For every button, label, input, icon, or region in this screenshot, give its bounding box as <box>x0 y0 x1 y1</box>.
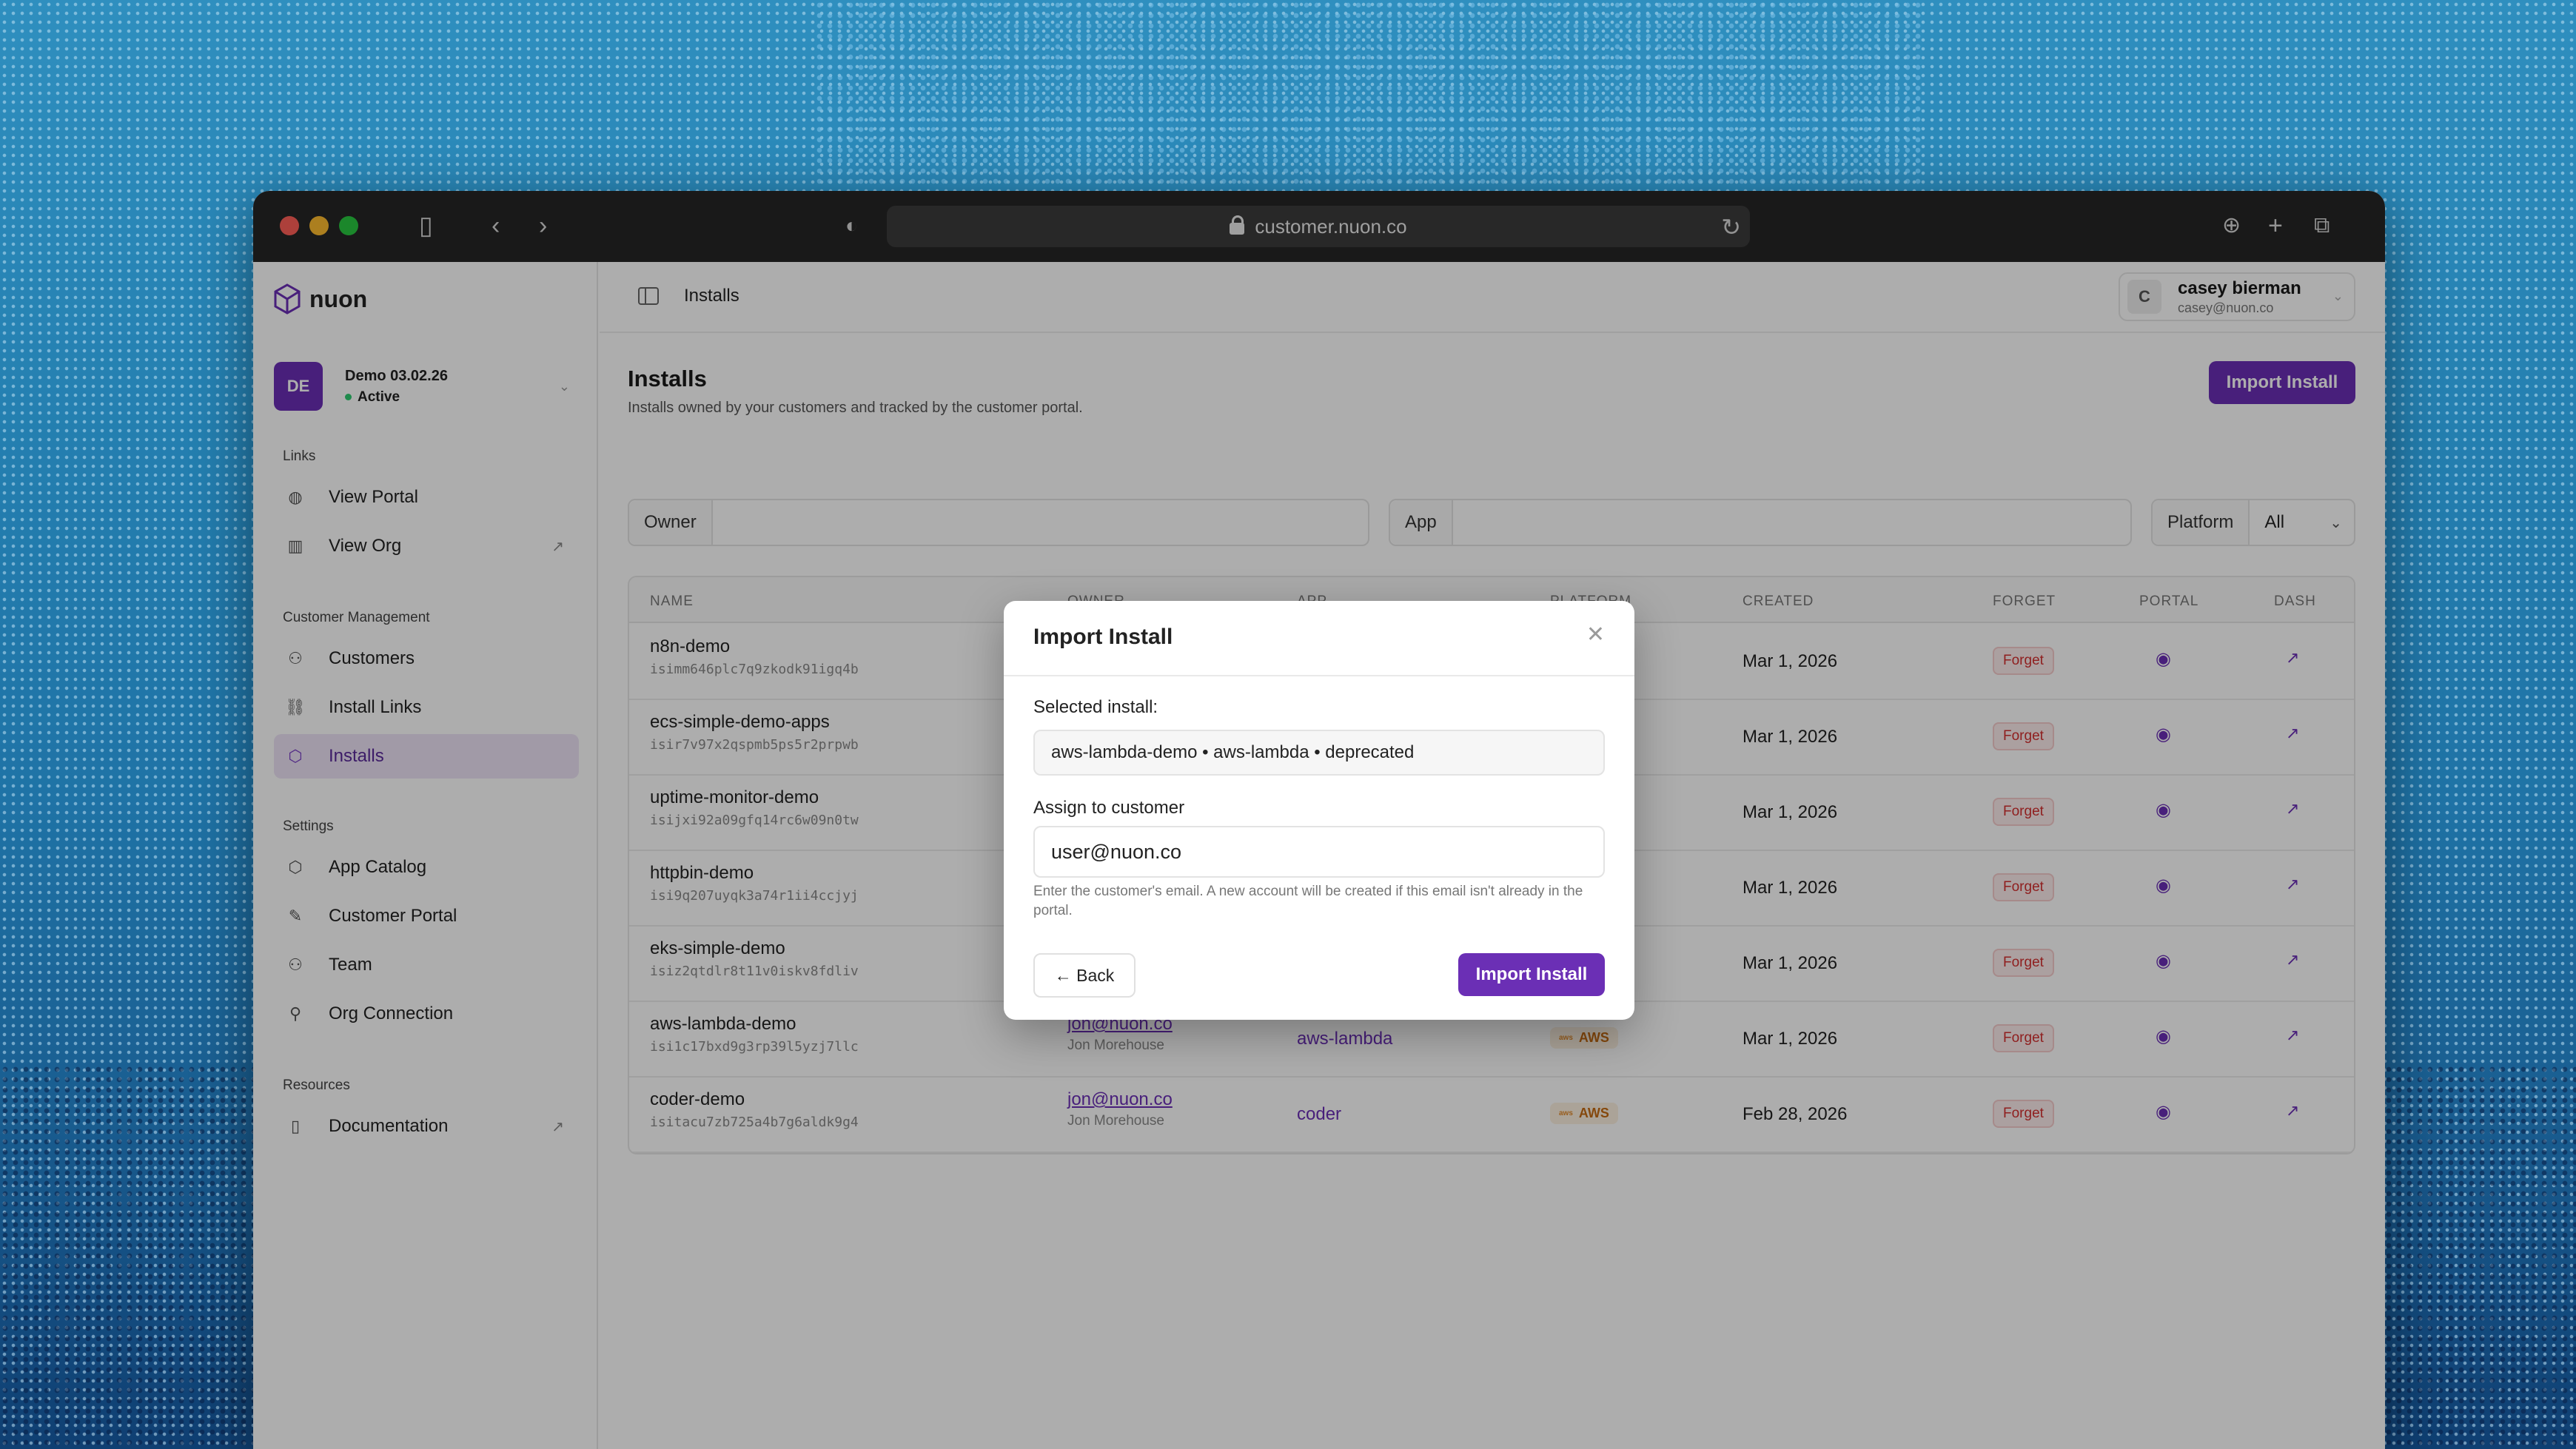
back-button[interactable]: ← Back <box>1033 953 1136 998</box>
modal-divider <box>1004 675 1634 676</box>
modal-title: Import Install <box>1033 625 1173 649</box>
selected-install-field: aws-lambda-demo • aws-lambda • deprecate… <box>1033 730 1605 776</box>
selected-install-label: Selected install: <box>1033 697 1158 717</box>
assign-customer-label: Assign to customer <box>1033 798 1185 818</box>
customer-email-input[interactable]: user@nuon.co <box>1033 826 1605 878</box>
background-pixels-top <box>814 0 1925 185</box>
close-icon[interactable]: ✕ <box>1586 622 1605 648</box>
email-help-text: Enter the customer's email. A new accoun… <box>1033 884 1583 918</box>
import-install-submit-button[interactable]: Import Install <box>1458 953 1605 996</box>
import-install-modal: Import Install ✕ Selected install: aws-l… <box>1004 601 1634 1020</box>
